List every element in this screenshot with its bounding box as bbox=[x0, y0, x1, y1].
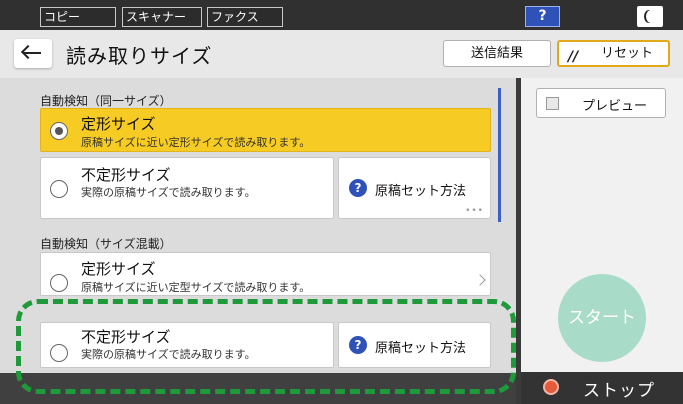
option-standard-size-mixed[interactable]: 定形サイズ 原稿サイズに近い定型サイズで読み取ります。 bbox=[40, 252, 491, 296]
start-button[interactable]: スタート bbox=[558, 274, 646, 362]
back-arrow-icon bbox=[24, 52, 41, 54]
option-desc: 原稿サイズに近い定型サイズで読み取ります。 bbox=[81, 281, 311, 294]
option-desc: 実際の原稿サイズで読み取ります。 bbox=[81, 186, 256, 199]
help-question-icon: ? bbox=[349, 179, 367, 197]
radio-icon bbox=[50, 274, 68, 292]
option-desc: 原稿サイズに近い定形サイズで読み取ります。 bbox=[81, 136, 311, 149]
option-title: 不定形サイズ bbox=[81, 166, 171, 184]
checkbox-icon bbox=[546, 97, 559, 110]
stop-icon bbox=[543, 379, 559, 395]
section-label-same-size: 自動検知（同一サイズ） bbox=[40, 94, 172, 108]
tab-copy[interactable]: コピー bbox=[40, 7, 116, 27]
reset-label: リセット bbox=[601, 46, 654, 61]
preview-toggle[interactable]: プレビュー bbox=[536, 88, 666, 118]
option-custom-size-same[interactable]: 不定形サイズ 実際の原稿サイズで読み取ります。 bbox=[40, 157, 334, 219]
reset-button[interactable]: // リセット bbox=[557, 40, 670, 67]
moon-icon bbox=[646, 10, 656, 23]
radio-icon bbox=[50, 180, 68, 198]
original-set-guide-button[interactable]: ? 原稿セット方法 ••• bbox=[338, 157, 491, 219]
stop-button[interactable]: ストップ bbox=[521, 372, 683, 404]
reset-icon: // bbox=[568, 49, 579, 65]
option-title: 定形サイズ bbox=[81, 115, 156, 133]
header: 読み取りサイズ 送信結果 // リセット bbox=[0, 30, 683, 78]
help-button[interactable]: ? bbox=[525, 6, 560, 27]
energy-saver-button[interactable] bbox=[637, 6, 663, 27]
guide-label: 原稿セット方法 bbox=[375, 184, 467, 199]
section-label-mixed-size: 自動検知（サイズ混載） bbox=[40, 237, 172, 251]
highlight-dashed-frame bbox=[16, 299, 516, 394]
stop-label: ストップ bbox=[583, 381, 655, 401]
tab-fax[interactable]: ファクス bbox=[207, 7, 283, 27]
top-bar: コピー スキャナー ファクス ? bbox=[0, 0, 683, 30]
preview-label: プレビュー bbox=[582, 99, 648, 114]
option-title: 定形サイズ bbox=[81, 260, 156, 278]
tab-scanner[interactable]: スキャナー bbox=[122, 7, 202, 27]
page-title: 読み取りサイズ bbox=[66, 44, 213, 68]
more-dots-icon: ••• bbox=[465, 206, 484, 216]
option-standard-size-same[interactable]: 定形サイズ 原稿サイズに近い定形サイズで読み取ります。 bbox=[40, 108, 491, 152]
scrollbar[interactable] bbox=[498, 88, 501, 222]
send-result-button[interactable]: 送信結果 bbox=[443, 40, 551, 67]
radio-selected-icon bbox=[50, 122, 68, 140]
back-button[interactable] bbox=[14, 39, 52, 68]
